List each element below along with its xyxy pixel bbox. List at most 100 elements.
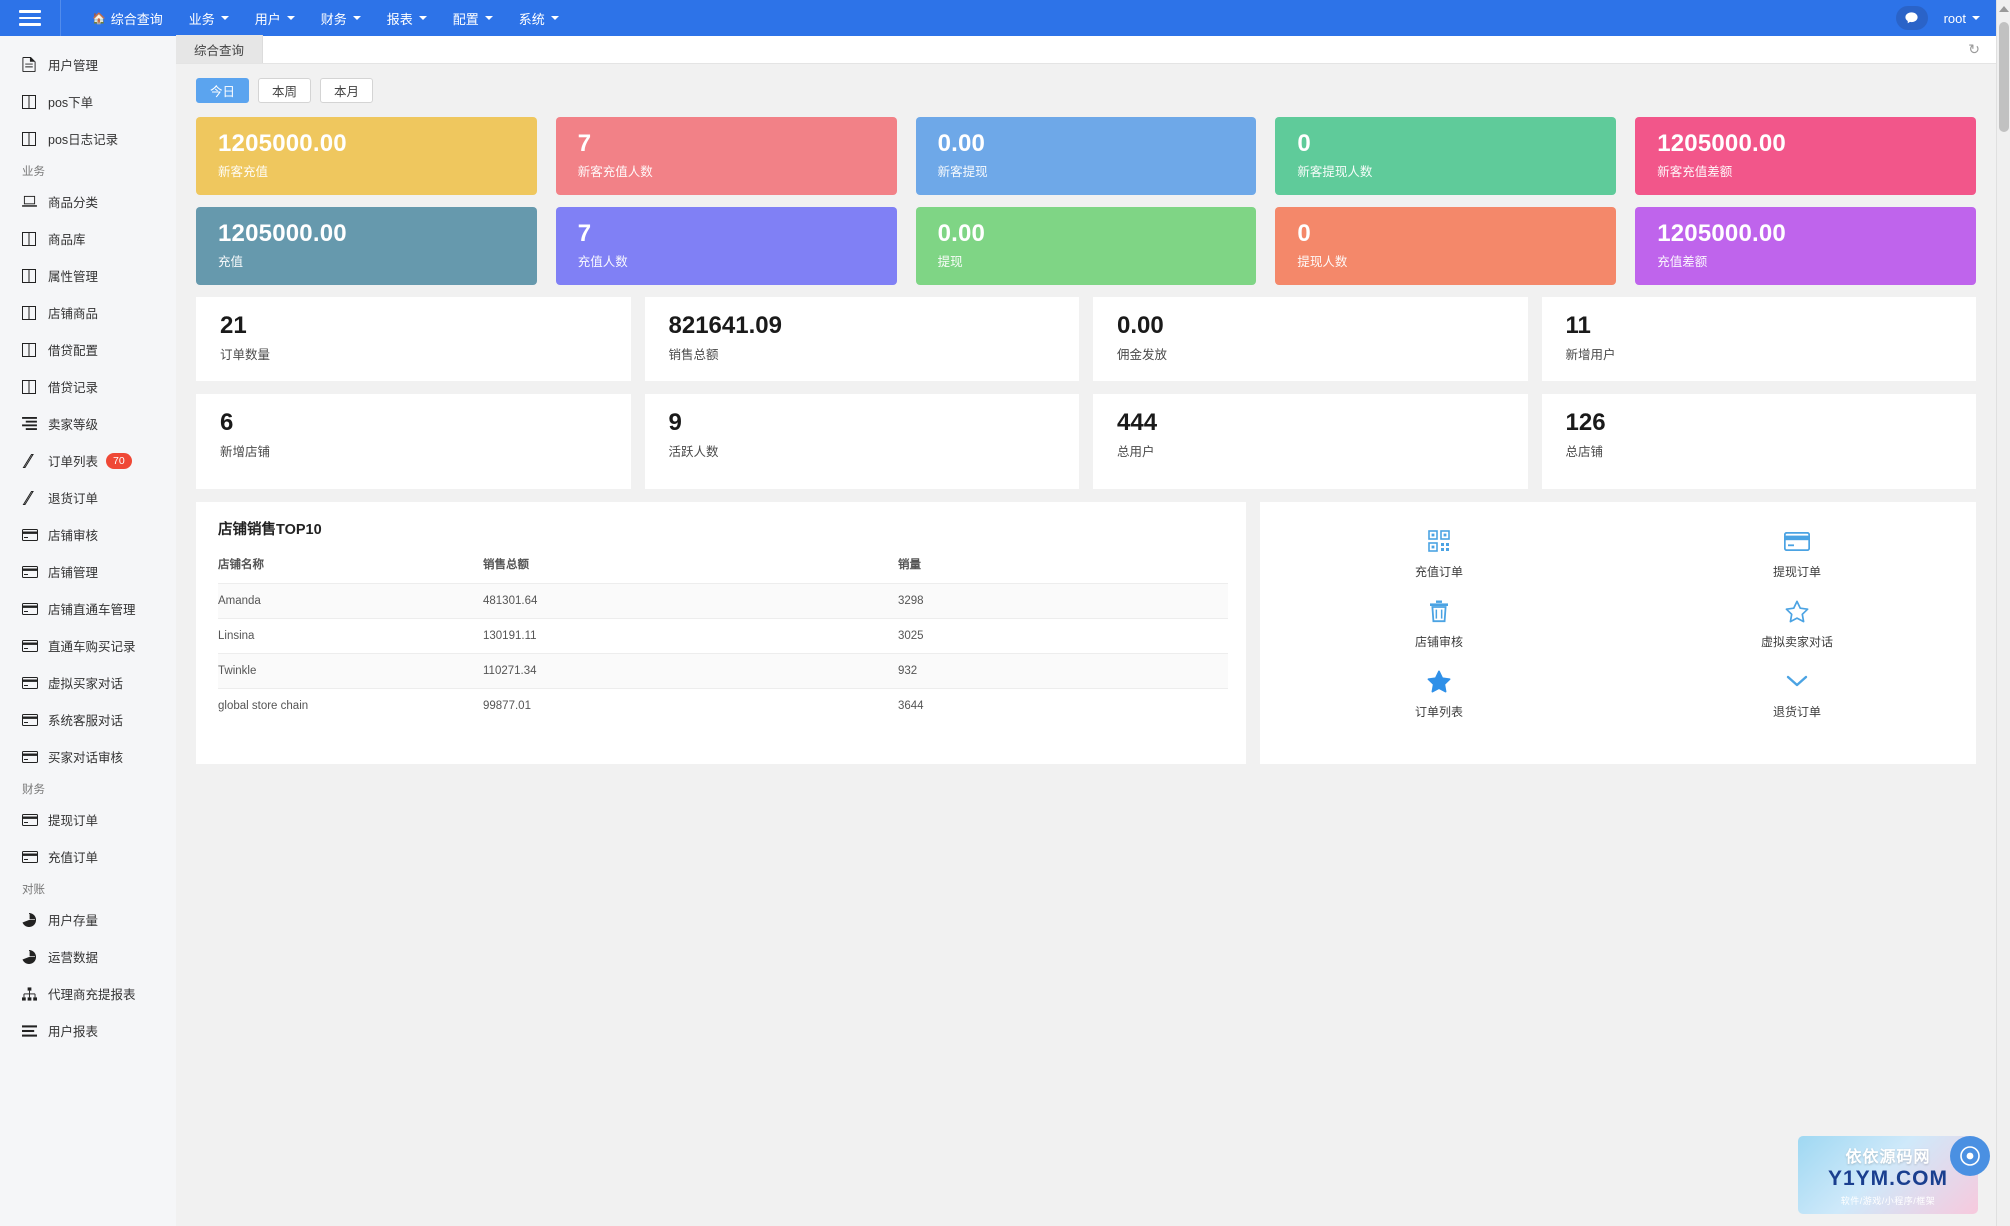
stat-card-row-2: 6 新增店铺 9 活跃人数 444 总用户 126 总店铺	[196, 394, 1976, 489]
sidebar-item-store-ads-management[interactable]: 店铺直通车管理	[0, 590, 176, 627]
sidebar-item-pos-log[interactable]: pos日志记录	[0, 120, 176, 157]
sidebar-item-product-category[interactable]: 商品分类	[0, 183, 176, 220]
refresh-icon[interactable]: ↻	[1968, 41, 1980, 58]
tile-value: 1205000.00	[218, 220, 347, 247]
sidebar-item-pos-order[interactable]: pos下单	[0, 83, 176, 120]
sidebar-item-virtual-buyer-chat[interactable]: 虚拟买家对话	[0, 664, 176, 701]
quick-action-return-orders[interactable]: 退货订单	[1742, 668, 1852, 720]
chat-button[interactable]	[1895, 6, 1928, 30]
columns-icon	[22, 94, 48, 109]
stat-label: 销售总额	[668, 348, 719, 362]
tile-withdraw-count[interactable]: 0 提现人数	[1275, 207, 1617, 285]
tile-new-customer-withdraw[interactable]: 0.00 新客提现	[915, 117, 1257, 195]
stat-value: 0.00	[1117, 312, 1164, 339]
sidebar-item-user-management[interactable]: 用户管理	[0, 46, 176, 83]
stat-label: 新增店铺	[220, 445, 271, 459]
metric-tile-row-2: 1205000.00 充值 7 充值人数 0.00 提现 0 提现人数 1205…	[196, 207, 1976, 285]
quick-action-recharge-orders[interactable]: 充值订单	[1384, 528, 1494, 580]
sidebar-item-label: 充值订单	[48, 851, 99, 865]
stat-card-total-stores: 126 总店铺	[1541, 394, 1976, 489]
tile-withdraw[interactable]: 0.00 提现	[915, 207, 1257, 285]
cell-total-sales: 130191.11	[483, 630, 537, 642]
sidebar-item-product-library[interactable]: 商品库	[0, 220, 176, 257]
filter-today-button[interactable]: 今日	[196, 78, 250, 103]
sidebar-toggle-button[interactable]	[0, 0, 60, 36]
table-header-row: 店铺名称 销售总额 销量	[218, 556, 1228, 584]
tab-comprehensive-query[interactable]: 综合查询	[176, 35, 264, 63]
sidebar-item-store-audit[interactable]: 店铺审核	[0, 516, 176, 553]
quick-action-virtual-seller-chat[interactable]: 虚拟卖家对话	[1742, 598, 1852, 650]
table-row[interactable]: Amanda 481301.64 3298	[218, 583, 1228, 619]
sidebar-item-label: 借贷配置	[48, 344, 99, 358]
sidebar-item-return-orders[interactable]: 退货订单	[0, 479, 176, 516]
tile-recharge-diff[interactable]: 1205000.00 充值差额	[1635, 207, 1976, 285]
cell-sales-volume: 3298	[898, 595, 924, 607]
page-scrollbar[interactable]	[1996, 0, 2010, 1226]
credit-card-icon	[22, 750, 48, 763]
sidebar-item-store-management[interactable]: 店铺管理	[0, 553, 176, 590]
table-row[interactable]: Linsina 130191.11 3025	[218, 618, 1228, 654]
sidebar-item-operation-data[interactable]: 运营数据	[0, 938, 176, 975]
column-header-total-sales: 销售总额	[483, 559, 529, 571]
tile-new-customer-recharge-diff[interactable]: 1205000.00 新客充值差额	[1635, 117, 1976, 195]
sidebar-item-label: 虚拟买家对话	[48, 677, 124, 691]
sidebar-item-seller-level[interactable]: 卖家等级	[0, 405, 176, 442]
sidebar-item-recharge-orders[interactable]: 充值订单	[0, 838, 176, 875]
quick-action-withdraw-orders[interactable]: 提现订单	[1742, 528, 1852, 580]
sidebar-item-user-report[interactable]: 用户报表	[0, 1012, 176, 1049]
tile-new-customer-recharge[interactable]: 1205000.00 新客充值	[196, 117, 537, 195]
filter-month-button[interactable]: 本月	[320, 78, 374, 103]
nav-item-config[interactable]: 配置	[440, 0, 506, 36]
tile-recharge-count[interactable]: 7 充值人数	[555, 207, 897, 285]
sidebar[interactable]: 用户管理 pos下单 pos日志记录 业务 商品分类 商品库 属性管理 店铺商品…	[0, 36, 176, 1226]
chevron-down-icon	[352, 16, 361, 20]
quick-action-store-audit[interactable]: 店铺审核	[1384, 598, 1494, 650]
sidebar-item-label: pos下单	[48, 96, 94, 110]
nav-item-finance[interactable]: 财务	[308, 0, 374, 36]
nav-item-system[interactable]: 系统	[506, 0, 572, 36]
sidebar-item-system-service-chat[interactable]: 系统客服对话	[0, 701, 176, 738]
main-content: 综合查询 ↻ 今日 本周 本月 1205000.00 新客充值 7 新客充值人数	[176, 35, 1996, 1226]
tile-recharge[interactable]: 1205000.00 充值	[196, 207, 537, 285]
table-head: 店铺名称 销售总额 销量	[218, 556, 1228, 584]
sidebar-item-loan-records[interactable]: 借贷记录	[0, 368, 176, 405]
cell-store-name: Amanda	[218, 595, 261, 607]
cell-total-sales: 99877.01	[483, 700, 531, 712]
tile-value: 0	[1297, 220, 1311, 247]
sidebar-item-attribute-management[interactable]: 属性管理	[0, 257, 176, 294]
stat-card-total-sales: 821641.09 销售总额	[644, 297, 1079, 381]
user-menu[interactable]: root	[1944, 11, 1980, 26]
quick-action-order-list[interactable]: 订单列表	[1384, 668, 1494, 720]
sidebar-item-label: 退货订单	[48, 492, 99, 506]
sidebar-group-finance: 财务	[22, 784, 45, 796]
nav-item-user[interactable]: 用户	[242, 0, 308, 36]
file-text-icon	[22, 57, 48, 72]
sidebar-item-buyer-chat-audit[interactable]: 买家对话审核	[0, 738, 176, 775]
nav-item-home[interactable]: 🏠 综合查询	[79, 0, 176, 36]
scroll-up-arrow-icon[interactable]	[1998, 6, 2009, 12]
sidebar-item-agent-recharge-report[interactable]: 代理商充提报表	[0, 975, 176, 1012]
nav-item-label: 用户	[254, 11, 281, 27]
tile-new-customer-withdraw-count[interactable]: 0 新客提现人数	[1275, 117, 1617, 195]
tile-new-customer-recharge-count[interactable]: 7 新客充值人数	[555, 117, 897, 195]
table-row[interactable]: Twinkle 110271.34 932	[218, 653, 1228, 689]
sidebar-item-label: 店铺商品	[48, 307, 99, 321]
sidebar-item-loan-config[interactable]: 借贷配置	[0, 331, 176, 368]
filter-week-button[interactable]: 本周	[258, 78, 312, 103]
user-name-label: root	[1943, 10, 1966, 26]
stat-card-commission-payout: 0.00 佣金发放	[1093, 297, 1528, 381]
stat-card-total-users: 444 总用户	[1093, 394, 1528, 489]
tile-label: 充值人数	[577, 255, 628, 269]
tab-label: 综合查询	[194, 43, 245, 58]
sidebar-item-store-products[interactable]: 店铺商品	[0, 294, 176, 331]
sidebar-item-order-list[interactable]: 订单列表 70	[0, 442, 176, 479]
sidebar-item-withdraw-orders[interactable]: 提现订单	[0, 801, 176, 838]
bottom-section: 店铺销售TOP10 店铺名称 销售总额 销量 Amanda 481301.64	[196, 502, 1976, 764]
nav-item-business[interactable]: 业务	[176, 0, 242, 36]
credit-card-icon	[22, 676, 48, 689]
scrollbar-thumb[interactable]	[1999, 22, 2009, 132]
nav-item-report[interactable]: 报表	[374, 0, 440, 36]
table-row[interactable]: global store chain 99877.01 3644	[218, 688, 1228, 724]
sidebar-item-user-balance[interactable]: 用户存量	[0, 901, 176, 938]
sidebar-item-ads-purchase-records[interactable]: 直通车购买记录	[0, 627, 176, 664]
